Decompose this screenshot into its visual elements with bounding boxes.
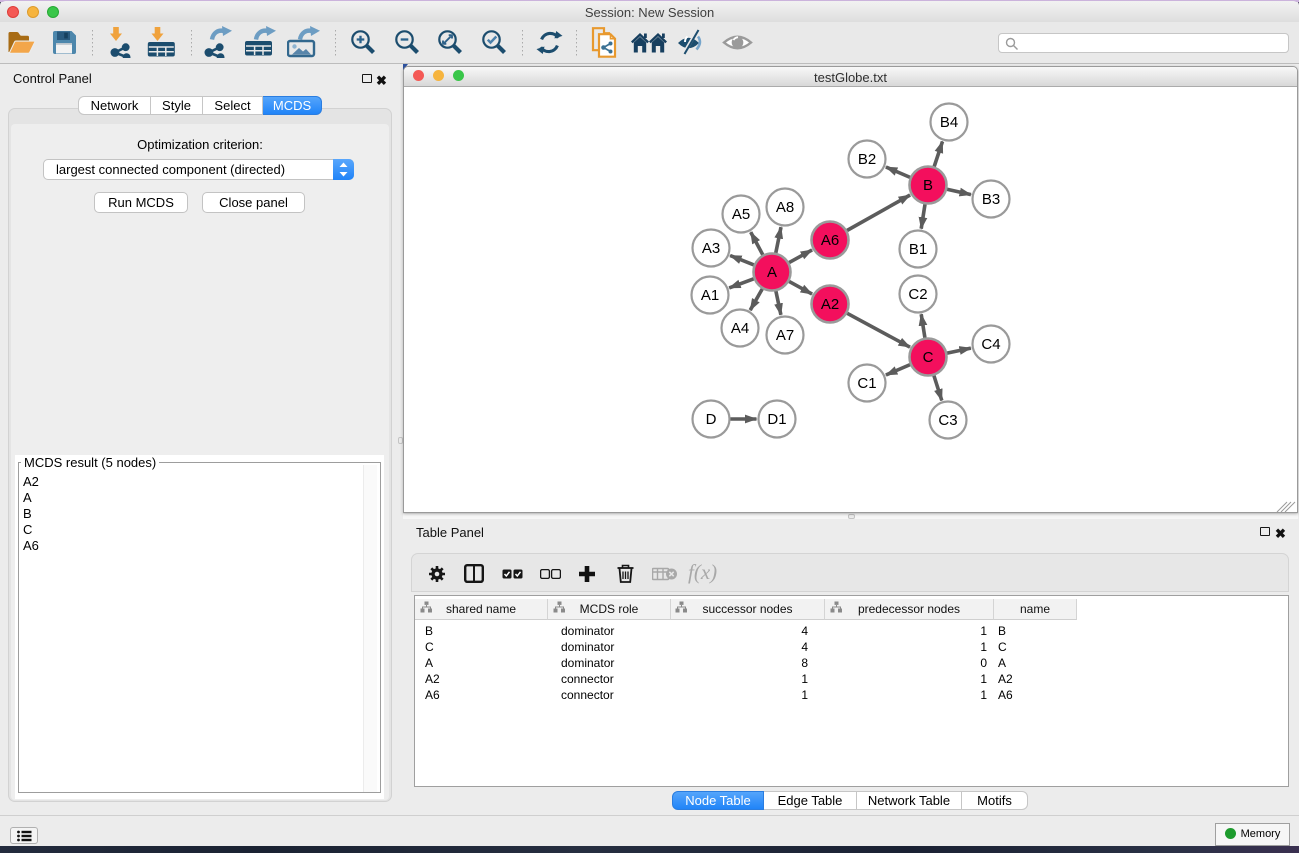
svg-text:B4: B4 xyxy=(940,114,958,131)
svg-text:A: A xyxy=(767,264,777,281)
svg-text:A3: A3 xyxy=(702,240,720,257)
svg-text:B1: B1 xyxy=(909,241,927,258)
svg-text:C: C xyxy=(923,349,934,366)
svg-text:A4: A4 xyxy=(731,320,749,337)
svg-text:C3: C3 xyxy=(938,412,957,429)
svg-text:B: B xyxy=(923,177,933,194)
svg-text:A8: A8 xyxy=(776,199,794,216)
svg-text:B3: B3 xyxy=(982,191,1000,208)
svg-text:A7: A7 xyxy=(776,327,794,344)
svg-text:C4: C4 xyxy=(981,336,1000,353)
svg-text:A5: A5 xyxy=(732,206,750,223)
svg-text:A6: A6 xyxy=(821,232,839,249)
svg-text:D: D xyxy=(706,411,717,428)
svg-text:D1: D1 xyxy=(767,411,786,428)
svg-text:B2: B2 xyxy=(858,151,876,168)
svg-text:A2: A2 xyxy=(821,296,839,313)
svg-text:C2: C2 xyxy=(908,286,927,303)
svg-text:A1: A1 xyxy=(701,287,719,304)
svg-text:C1: C1 xyxy=(857,375,876,392)
